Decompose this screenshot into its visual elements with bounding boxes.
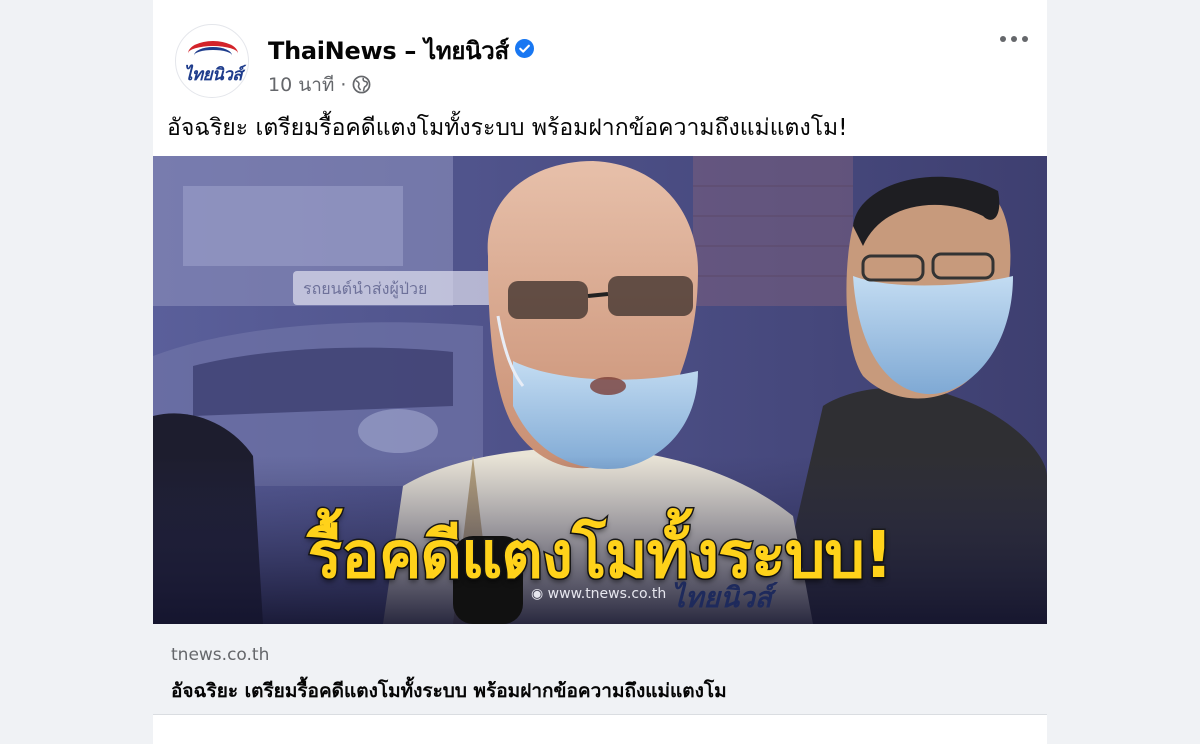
meta-separator: · xyxy=(340,74,347,96)
watermark-url: www.tnews.co.th xyxy=(547,586,667,602)
avatar-logo-text: ไทยนิวส์ xyxy=(183,65,243,85)
link-domain: tnews.co.th xyxy=(171,645,270,665)
post-timestamp[interactable]: 10 นาที xyxy=(268,74,334,96)
image-logo-watermark: ไทยนิวส์ xyxy=(671,581,772,614)
post-image[interactable]: รื้อคดีแตงโมทั้งระบบ! ◉ www.tnews.co.th … xyxy=(153,156,1047,624)
page-name-link[interactable]: ThaiNews – ไทยนิวส์ xyxy=(268,31,534,70)
link-title[interactable]: อัจฉริยะ เตรียมรื้อคดีแตงโมทั้งระบบ พร้อ… xyxy=(171,676,727,706)
more-options-button[interactable] xyxy=(1000,28,1030,48)
image-background-sign: รถยนต์นำส่งผู้ป่วย xyxy=(303,279,428,298)
page-avatar[interactable]: ไทยนิวส์ xyxy=(175,24,249,98)
post-meta: 10 นาที · xyxy=(268,70,371,100)
more-dot xyxy=(1022,36,1028,42)
globe-icon[interactable] xyxy=(352,75,371,94)
page-name[interactable]: ThaiNews – ไทยนิวส์ xyxy=(268,37,509,65)
verified-badge-icon xyxy=(514,39,534,58)
post-header: ไทยนิวส์ ThaiNews – ไทยนิวส์ 10 นาที · xyxy=(153,0,1047,100)
more-dot xyxy=(1011,36,1017,42)
image-headline: รื้อคดีแตงโมทั้งระบบ! xyxy=(306,518,894,595)
watermark-globe-icon: ◉ xyxy=(531,586,548,602)
post-card: ไทยนิวส์ ThaiNews – ไทยนิวส์ 10 นาที · อั… xyxy=(153,0,1047,744)
image-watermark: ◉ www.tnews.co.th xyxy=(531,586,666,602)
more-dot xyxy=(1000,36,1006,42)
post-text: อัจฉริยะ เตรียมรื้อคดีแตงโมทั้งระบบ พร้อ… xyxy=(167,115,848,141)
link-preview[interactable]: tnews.co.th อัจฉริยะ เตรียมรื้อคดีแตงโมท… xyxy=(153,624,1047,715)
